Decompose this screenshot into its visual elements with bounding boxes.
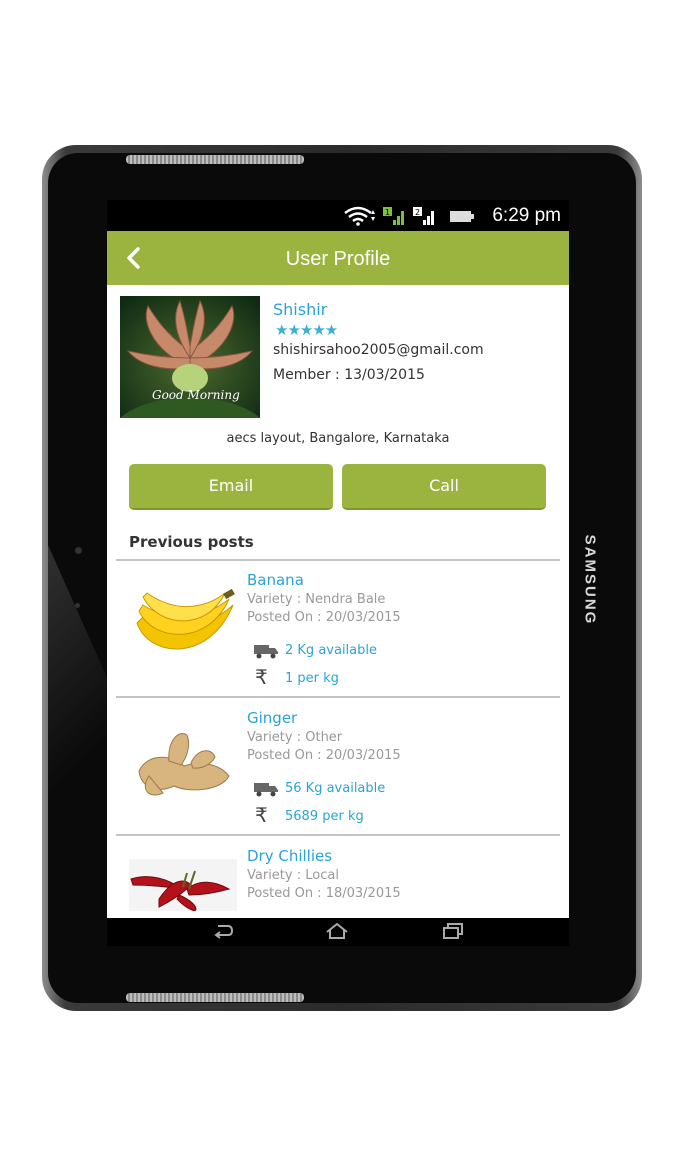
signal-sim2-icon: 2 — [413, 207, 434, 225]
post-variety: Variety : Nendra Bale — [247, 592, 386, 607]
post-price: 5689 per kg — [285, 809, 364, 824]
call-button[interactable]: Call — [342, 464, 546, 510]
truck-icon — [254, 783, 278, 797]
home-nav-icon[interactable] — [325, 922, 349, 940]
banana-image — [136, 588, 235, 650]
post-title: Banana — [247, 571, 304, 589]
app-screen: User Profile Good Morning Shishir ★★★★★ … — [107, 231, 569, 918]
svg-text:1: 1 — [385, 208, 390, 217]
user-name: Shishir — [273, 300, 328, 319]
sensor-dot — [75, 603, 80, 608]
user-address: aecs layout, Bangalore, Karnataka — [226, 431, 450, 446]
svg-text:2: 2 — [415, 208, 420, 217]
previous-posts-heading: Previous posts — [129, 533, 254, 551]
email-button[interactable]: Email — [129, 464, 333, 510]
post-variety: Variety : Other — [247, 730, 343, 745]
status-icons: 1 2 — [343, 206, 477, 226]
chillies-image — [129, 859, 237, 911]
avatar-caption: Good Morning — [152, 388, 240, 402]
top-speaker-grille — [126, 155, 304, 164]
list-item[interactable]: Dry Chillies Variety : Local Posted On :… — [107, 837, 569, 918]
battery-icon — [450, 211, 474, 222]
list-item[interactable]: Banana Variety : Nendra Bale Posted On :… — [107, 561, 569, 697]
post-title: Ginger — [247, 709, 298, 727]
recents-nav-icon[interactable] — [442, 922, 464, 940]
post-title: Dry Chillies — [247, 847, 333, 865]
status-bar: 1 2 6:29 pm — [107, 200, 569, 231]
rating-stars-icon: ★★★★★ — [275, 321, 338, 339]
avatar[interactable]: Good Morning — [120, 296, 260, 418]
rupee-icon: ₹ — [255, 665, 268, 689]
post-date: Posted On : 20/03/2015 — [247, 748, 401, 763]
rupee-icon: ₹ — [255, 803, 268, 827]
ginger-image — [138, 733, 230, 796]
camera-dot — [75, 547, 82, 554]
post-date: Posted On : 18/03/2015 — [247, 886, 401, 901]
post-quantity: 2 Kg available — [285, 643, 377, 658]
page-title: User Profile — [285, 248, 391, 270]
system-nav-bar — [107, 918, 569, 946]
brand-logo: SAMSUNG — [581, 534, 599, 626]
list-item[interactable]: Ginger Variety : Other Posted On : 20/03… — [107, 699, 569, 835]
divider — [116, 834, 560, 836]
user-email: shishirsahoo2005@gmail.com — [273, 342, 484, 358]
wifi-icon — [344, 206, 375, 226]
status-time: 6:29 pm — [492, 205, 561, 226]
signal-sim1-icon: 1 — [383, 207, 404, 225]
member-since: Member : 13/03/2015 — [273, 367, 425, 383]
divider — [116, 696, 560, 698]
back-nav-icon[interactable] — [212, 922, 234, 940]
post-variety: Variety : Local — [247, 868, 339, 883]
post-quantity: 56 Kg available — [285, 781, 386, 796]
post-price: 1 per kg — [285, 671, 339, 686]
truck-icon — [254, 645, 278, 659]
bottom-speaker-grille — [126, 993, 304, 1002]
post-date: Posted On : 20/03/2015 — [247, 610, 401, 625]
app-bar: User Profile — [107, 231, 569, 285]
